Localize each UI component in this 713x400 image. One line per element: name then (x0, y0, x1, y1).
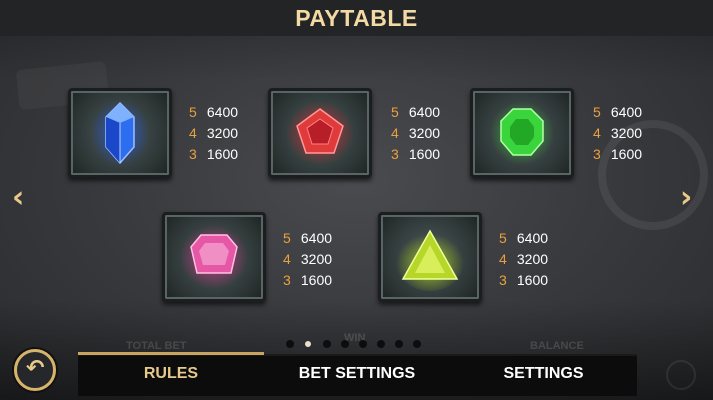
pay-row: 5 6400 (391, 104, 441, 120)
gear-ghost-icon (666, 360, 696, 390)
undo-arrow-icon: ↶ (26, 356, 45, 381)
balance-ghost-label: BALANCE (530, 340, 584, 352)
pay-row: 3 1600 (283, 272, 333, 288)
total-bet-ghost-label: TOTAL BET (126, 340, 187, 352)
green-gem-paytable: 5 6400 4 3200 3 1600 (593, 102, 642, 165)
pay-row: 5 6400 (189, 104, 239, 120)
green-gem-icon (470, 88, 574, 178)
blue-gem-paytable: 5 6400 4 3200 3 1600 (189, 102, 238, 165)
page-dot-active[interactable] (305, 341, 311, 347)
pay-row: 5 6400 (283, 230, 333, 246)
pay-row: 4 3200 (593, 125, 643, 141)
page-dot[interactable] (359, 340, 367, 348)
pay-row: 3 1600 (189, 146, 239, 162)
yellow-green-gem-paytable: 5 6400 4 3200 3 1600 (499, 228, 548, 291)
red-gem-paytable: 5 6400 4 3200 3 1600 (391, 102, 440, 165)
pay-row: 5 6400 (499, 230, 549, 246)
red-gem-icon (268, 88, 372, 178)
page-dot[interactable] (341, 340, 349, 348)
pay-row: 4 3200 (499, 251, 549, 267)
tab-rules[interactable]: RULES (78, 354, 264, 394)
tab-settings[interactable]: SETTINGS (450, 354, 637, 394)
pay-row: 3 1600 (391, 146, 441, 162)
tab-bet-settings[interactable]: BET SETTINGS (264, 354, 450, 394)
pay-row: 4 3200 (391, 125, 441, 141)
blue-gem-icon (68, 88, 172, 178)
pink-gem-icon (162, 212, 266, 302)
pay-row: 5 6400 (593, 104, 643, 120)
pay-row: 4 3200 (189, 125, 239, 141)
pay-row: 4 3200 (283, 251, 333, 267)
page-dot[interactable] (413, 340, 421, 348)
page-dot[interactable] (323, 340, 331, 348)
chevron-left-icon[interactable]: ‹ (12, 183, 24, 213)
pay-row: 3 1600 (593, 146, 643, 162)
chevron-right-icon[interactable]: › (680, 183, 692, 213)
back-button[interactable]: ↶ (14, 349, 56, 391)
yellow-green-gem-icon (378, 212, 482, 302)
page-dot[interactable] (286, 340, 294, 348)
page-title: PAYTABLE (295, 5, 418, 31)
page-dot[interactable] (377, 340, 385, 348)
pay-row: 3 1600 (499, 272, 549, 288)
pink-gem-paytable: 5 6400 4 3200 3 1600 (283, 228, 332, 291)
page-dot[interactable] (395, 340, 403, 348)
